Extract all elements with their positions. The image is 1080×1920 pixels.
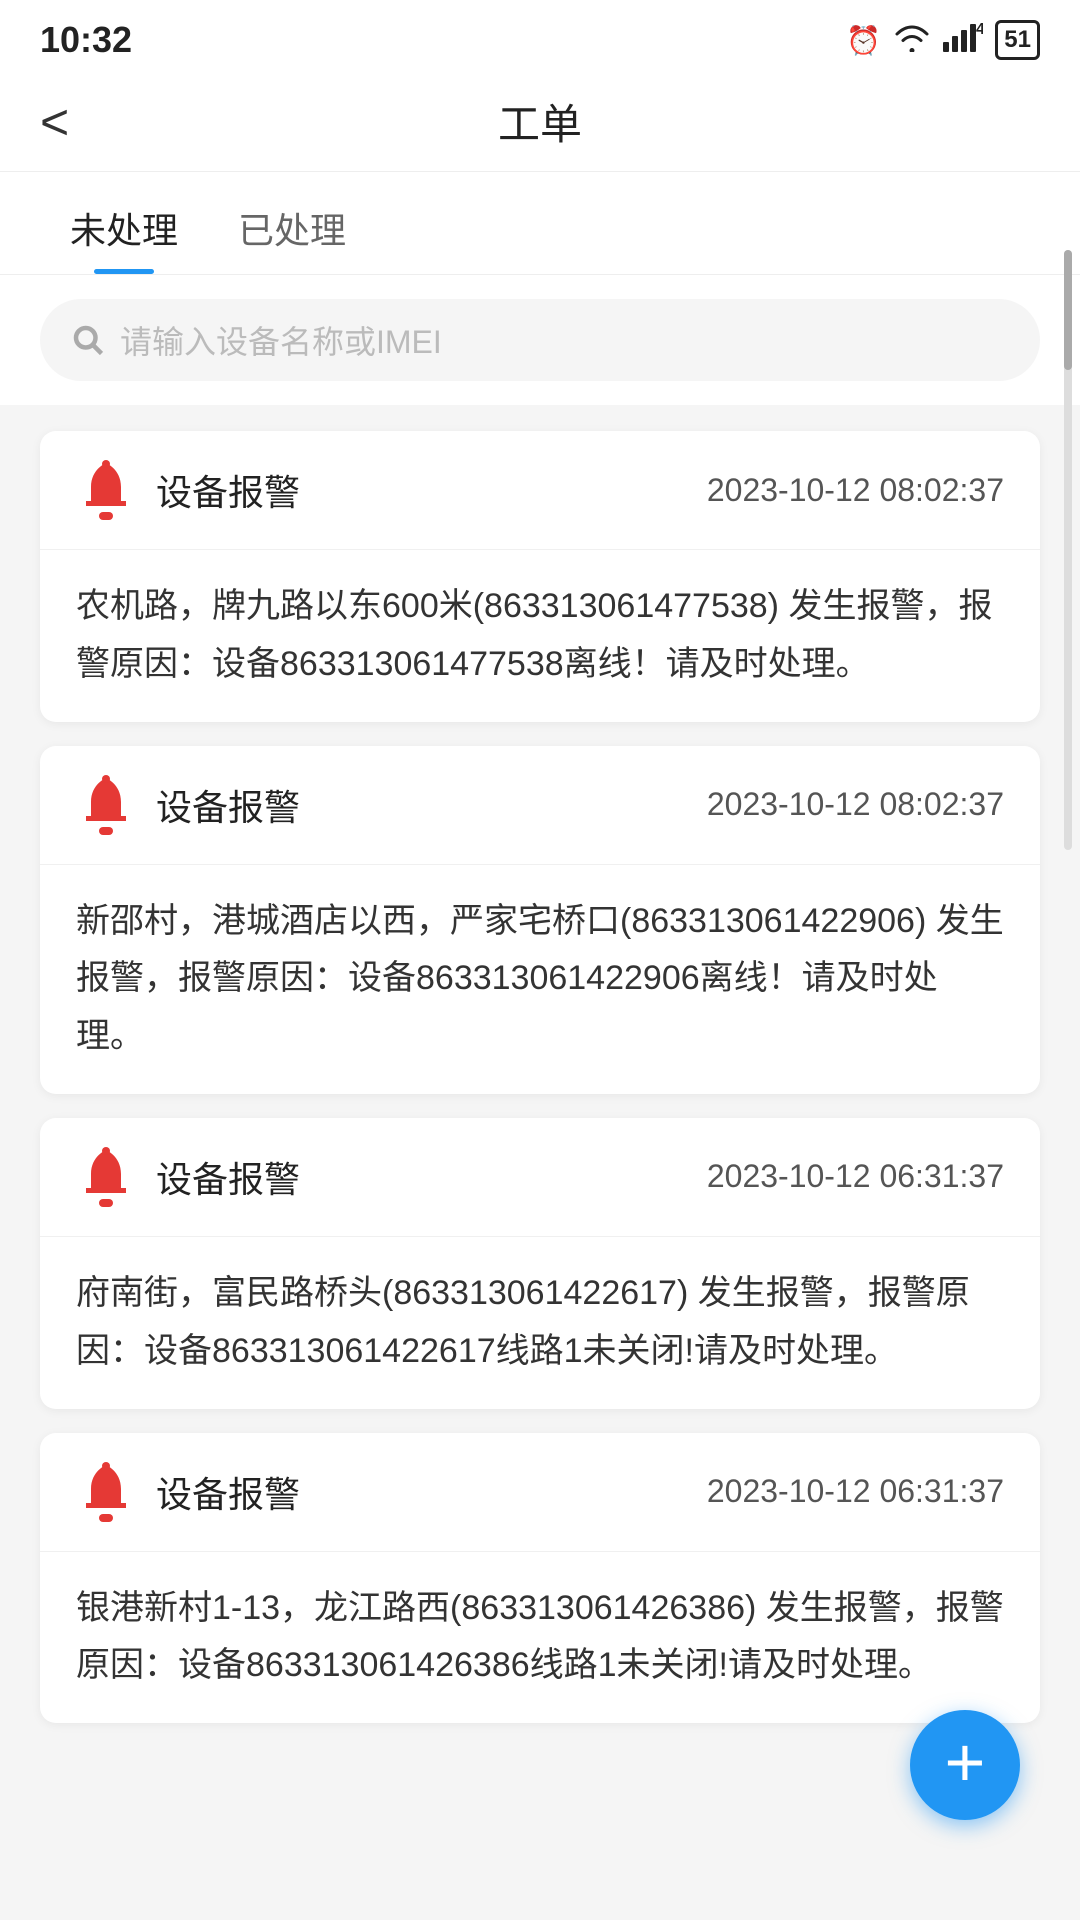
alert-header: 设备报警 2023-10-12 08:02:37 (40, 746, 1040, 865)
page-title: 工单 (100, 91, 980, 152)
svg-text:4G: 4G (976, 22, 983, 38)
status-bar: 10:32 ⏰ 4G 51 (0, 0, 1080, 72)
alarm-icon: ⏰ (846, 24, 881, 57)
battery-indicator: 51 (995, 20, 1040, 60)
alert-card[interactable]: 设备报警 2023-10-12 08:02:37 新邵村，港城酒店以西，严家宅桥… (40, 746, 1040, 1094)
alert-body: 银港新村1-13，龙江路西(863313061426386) 发生报警，报警原因… (40, 1552, 1040, 1724)
alert-body: 新邵村，港城酒店以西，严家宅桥口(863313061422906) 发生报警，报… (40, 865, 1040, 1094)
status-time: 10:32 (40, 19, 132, 61)
fab-plus-icon: + (945, 1727, 986, 1797)
back-button[interactable]: < (40, 97, 100, 147)
alert-title: 设备报警 (156, 464, 300, 516)
alert-card[interactable]: 设备报警 2023-10-12 06:31:37 银港新村1-13，龙江路西(8… (40, 1433, 1040, 1724)
tab-bar: 未处理 已处理 (0, 172, 1080, 275)
alert-header: 设备报警 2023-10-12 06:31:37 (40, 1433, 1040, 1552)
bell-icon (76, 1144, 136, 1210)
bell-icon (76, 1459, 136, 1525)
search-icon (70, 322, 106, 358)
search-bar[interactable]: 请输入设备名称或IMEI (40, 299, 1040, 381)
alert-body: 农机路，牌九路以东600米(863313061477538) 发生报警，报警原因… (40, 550, 1040, 722)
bell-icon (76, 457, 136, 523)
scrollbar[interactable] (1064, 250, 1072, 850)
tab-processed[interactable]: 已处理 (208, 172, 376, 274)
search-container: 请输入设备名称或IMEI (0, 275, 1080, 405)
alert-title: 设备报警 (156, 1151, 300, 1203)
alert-card[interactable]: 设备报警 2023-10-12 08:02:37 农机路，牌九路以东600米(8… (40, 431, 1040, 722)
fab-button[interactable]: + (910, 1710, 1020, 1820)
alert-header: 设备报警 2023-10-12 06:31:37 (40, 1118, 1040, 1237)
status-icons: ⏰ 4G 51 (846, 20, 1040, 60)
search-placeholder: 请输入设备名称或IMEI (120, 317, 442, 363)
tab-unprocessed[interactable]: 未处理 (40, 172, 208, 274)
alert-title: 设备报警 (156, 779, 300, 831)
page-header: < 工单 (0, 72, 1080, 172)
alert-header: 设备报警 2023-10-12 08:02:37 (40, 431, 1040, 550)
alert-time: 2023-10-12 08:02:37 (707, 786, 1004, 823)
alert-time: 2023-10-12 08:02:37 (707, 472, 1004, 509)
alert-title: 设备报警 (156, 1466, 300, 1518)
bell-icon (76, 772, 136, 838)
alert-time: 2023-10-12 06:31:37 (707, 1473, 1004, 1510)
alert-list: 设备报警 2023-10-12 08:02:37 农机路，牌九路以东600米(8… (0, 411, 1080, 1743)
alert-time: 2023-10-12 06:31:37 (707, 1158, 1004, 1195)
alert-card[interactable]: 设备报警 2023-10-12 06:31:37 府南街，富民路桥头(86331… (40, 1118, 1040, 1409)
alert-body: 府南街，富民路桥头(863313061422617) 发生报警，报警原因：设备8… (40, 1237, 1040, 1409)
wifi-icon (893, 22, 931, 59)
scrollbar-thumb[interactable] (1064, 250, 1072, 370)
signal-icon: 4G (943, 22, 983, 59)
